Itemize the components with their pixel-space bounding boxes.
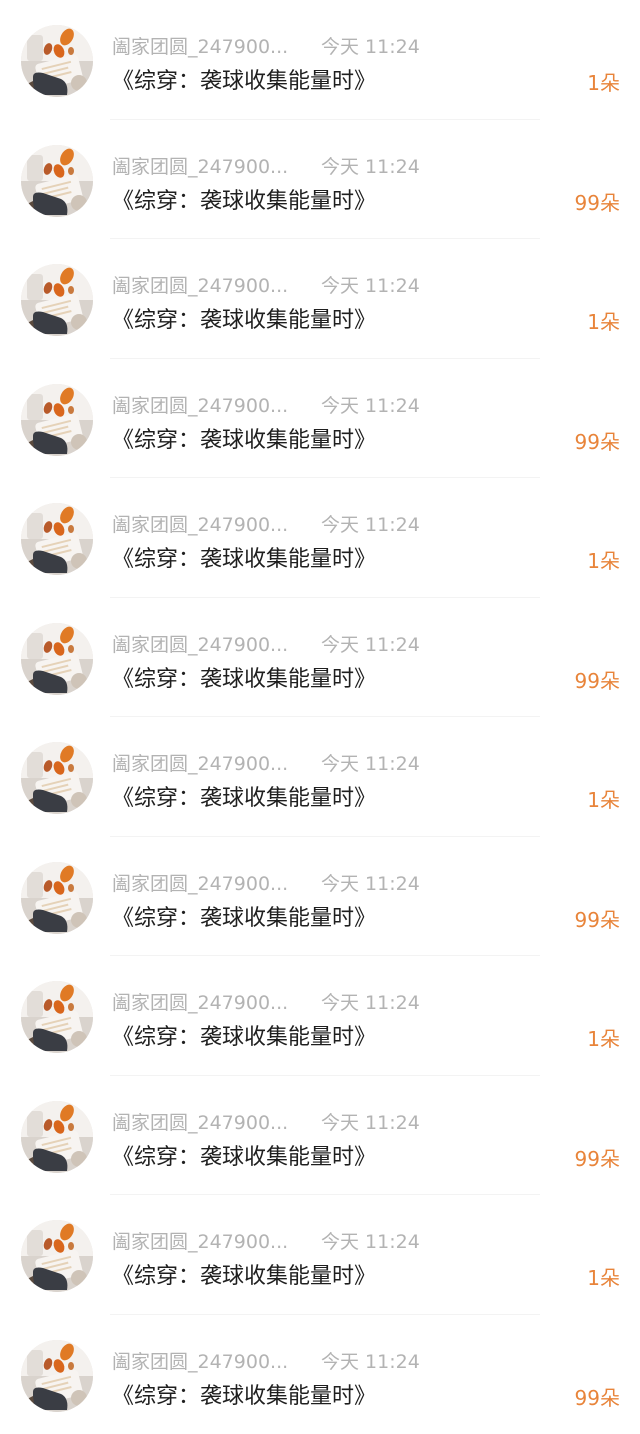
avatar-image-icon — [21, 264, 93, 336]
list-item[interactable]: 阖家团圆_247900... 今天 11:24 《综穿：袭球收集能量时》 1朵 — [0, 0, 640, 120]
list-item[interactable]: 阖家团圆_247900... 今天 11:24 《综穿：袭球收集能量时》 1朵 — [0, 239, 640, 359]
avatar-image-icon — [21, 503, 93, 575]
user-avatar-icon[interactable] — [21, 503, 93, 575]
avatar-image-icon — [21, 862, 93, 934]
timestamp: 今天 11:24 — [321, 632, 420, 658]
timestamp: 今天 11:24 — [321, 512, 420, 538]
username: 阖家团圆_247900... — [112, 873, 288, 895]
gift-count: 1朵 — [587, 68, 620, 98]
username: 阖家团圆_247900... — [112, 1112, 288, 1134]
list-item[interactable]: 阖家团圆_247900... 今天 11:24 《综穿：袭球收集能量时》 99朵 — [0, 359, 640, 479]
timestamp: 今天 11:24 — [321, 273, 420, 299]
list-item[interactable]: 阖家团圆_247900... 今天 11:24 《综穿：袭球收集能量时》 1朵 — [0, 478, 640, 598]
user-avatar-icon[interactable] — [21, 862, 93, 934]
avatar-image-icon — [21, 145, 93, 217]
gift-count: 99朵 — [575, 905, 620, 935]
item-meta: 阖家团圆_247900... 今天 11:24 — [112, 512, 288, 538]
avatar-image-icon — [21, 25, 93, 97]
username: 阖家团圆_247900... — [112, 634, 288, 656]
username: 阖家团圆_247900... — [112, 36, 288, 58]
gift-count: 99朵 — [575, 1144, 620, 1174]
avatar-image-icon — [21, 981, 93, 1053]
user-avatar-icon[interactable] — [21, 981, 93, 1053]
username: 阖家团圆_247900... — [112, 1351, 288, 1373]
username: 阖家团圆_247900... — [112, 992, 288, 1014]
user-avatar-icon[interactable] — [21, 742, 93, 814]
item-meta: 阖家团圆_247900... 今天 11:24 — [112, 990, 288, 1016]
user-avatar-icon[interactable] — [21, 1220, 93, 1292]
book-title: 《综穿：袭球收集能量时》 — [112, 66, 376, 98]
gift-count: 1朵 — [587, 307, 620, 337]
avatar-image-icon — [21, 623, 93, 695]
item-meta: 阖家团圆_247900... 今天 11:24 — [112, 1110, 288, 1136]
user-avatar-icon[interactable] — [21, 384, 93, 456]
gift-record-list: 阖家团圆_247900... 今天 11:24 《综穿：袭球收集能量时》 1朵 … — [0, 0, 640, 1423]
timestamp: 今天 11:24 — [321, 871, 420, 897]
book-title: 《综穿：袭球收集能量时》 — [112, 305, 376, 337]
user-avatar-icon[interactable] — [21, 623, 93, 695]
avatar-image-icon — [21, 1220, 93, 1292]
list-item[interactable]: 阖家团圆_247900... 今天 11:24 《综穿：袭球收集能量时》 99朵 — [0, 1076, 640, 1196]
timestamp: 今天 11:24 — [321, 1349, 420, 1375]
list-item[interactable]: 阖家团圆_247900... 今天 11:24 《综穿：袭球收集能量时》 99朵 — [0, 598, 640, 718]
username: 阖家团圆_247900... — [112, 753, 288, 775]
gift-count: 99朵 — [575, 666, 620, 696]
item-meta: 阖家团圆_247900... 今天 11:24 — [112, 154, 288, 180]
book-title: 《综穿：袭球收集能量时》 — [112, 664, 376, 696]
username: 阖家团圆_247900... — [112, 1231, 288, 1253]
book-title: 《综穿：袭球收集能量时》 — [112, 544, 376, 576]
book-title: 《综穿：袭球收集能量时》 — [112, 1381, 376, 1413]
timestamp: 今天 11:24 — [321, 34, 420, 60]
book-title: 《综穿：袭球收集能量时》 — [112, 903, 376, 935]
gift-count: 99朵 — [575, 427, 620, 457]
list-item[interactable]: 阖家团圆_247900... 今天 11:24 《综穿：袭球收集能量时》 1朵 — [0, 1195, 640, 1315]
gift-count: 99朵 — [575, 1383, 620, 1413]
username: 阖家团圆_247900... — [112, 514, 288, 536]
timestamp: 今天 11:24 — [321, 393, 420, 419]
book-title: 《综穿：袭球收集能量时》 — [112, 1261, 376, 1293]
book-title: 《综穿：袭球收集能量时》 — [112, 425, 376, 457]
gift-count: 1朵 — [587, 546, 620, 576]
item-meta: 阖家团圆_247900... 今天 11:24 — [112, 1229, 288, 1255]
gift-count: 1朵 — [587, 1263, 620, 1293]
avatar-image-icon — [21, 1101, 93, 1173]
username: 阖家团圆_247900... — [112, 275, 288, 297]
item-meta: 阖家团圆_247900... 今天 11:24 — [112, 34, 288, 60]
timestamp: 今天 11:24 — [321, 1110, 420, 1136]
gift-count: 1朵 — [587, 785, 620, 815]
user-avatar-icon[interactable] — [21, 1101, 93, 1173]
item-meta: 阖家团圆_247900... 今天 11:24 — [112, 393, 288, 419]
book-title: 《综穿：袭球收集能量时》 — [112, 1022, 376, 1054]
user-avatar-icon[interactable] — [21, 25, 93, 97]
list-item[interactable]: 阖家团圆_247900... 今天 11:24 《综穿：袭球收集能量时》 1朵 — [0, 956, 640, 1076]
timestamp: 今天 11:24 — [321, 1229, 420, 1255]
book-title: 《综穿：袭球收集能量时》 — [112, 186, 376, 218]
gift-count: 99朵 — [575, 188, 620, 218]
book-title: 《综穿：袭球收集能量时》 — [112, 1142, 376, 1174]
item-meta: 阖家团圆_247900... 今天 11:24 — [112, 751, 288, 777]
user-avatar-icon[interactable] — [21, 264, 93, 336]
avatar-image-icon — [21, 742, 93, 814]
username: 阖家团圆_247900... — [112, 395, 288, 417]
list-item[interactable]: 阖家团圆_247900... 今天 11:24 《综穿：袭球收集能量时》 99朵 — [0, 1315, 640, 1434]
item-meta: 阖家团圆_247900... 今天 11:24 — [112, 632, 288, 658]
avatar-image-icon — [21, 384, 93, 456]
item-meta: 阖家团圆_247900... 今天 11:24 — [112, 871, 288, 897]
user-avatar-icon[interactable] — [21, 145, 93, 217]
book-title: 《综穿：袭球收集能量时》 — [112, 783, 376, 815]
avatar-image-icon — [21, 1340, 93, 1412]
user-avatar-icon[interactable] — [21, 1340, 93, 1412]
timestamp: 今天 11:24 — [321, 751, 420, 777]
list-item[interactable]: 阖家团圆_247900... 今天 11:24 《综穿：袭球收集能量时》 99朵 — [0, 120, 640, 240]
username: 阖家团圆_247900... — [112, 156, 288, 178]
item-meta: 阖家团圆_247900... 今天 11:24 — [112, 273, 288, 299]
list-item[interactable]: 阖家团圆_247900... 今天 11:24 《综穿：袭球收集能量时》 99朵 — [0, 837, 640, 957]
timestamp: 今天 11:24 — [321, 154, 420, 180]
gift-count: 1朵 — [587, 1024, 620, 1054]
item-meta: 阖家团圆_247900... 今天 11:24 — [112, 1349, 288, 1375]
list-item[interactable]: 阖家团圆_247900... 今天 11:24 《综穿：袭球收集能量时》 1朵 — [0, 717, 640, 837]
timestamp: 今天 11:24 — [321, 990, 420, 1016]
